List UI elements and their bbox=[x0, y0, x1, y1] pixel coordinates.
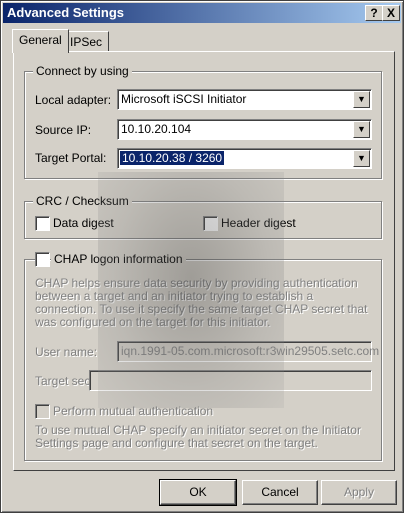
apply-button[interactable]: Apply bbox=[321, 480, 397, 505]
local-adapter-label: Local adapter: bbox=[35, 93, 112, 107]
advanced-settings-dialog: Advanced Settings ? X General IPSec Conn… bbox=[0, 0, 404, 513]
user-name-value: iqn.1991-05.com.microsoft:r3win29505.set… bbox=[121, 344, 380, 358]
local-adapter-select[interactable]: Microsoft iSCSI Initiator ▼ bbox=[117, 89, 372, 110]
chap-checkbox-label[interactable]: CHAP logon information bbox=[51, 252, 186, 266]
chap-checkbox[interactable] bbox=[35, 252, 50, 267]
tab-general[interactable]: General bbox=[12, 29, 69, 53]
source-ip-value: 10.10.20.104 bbox=[121, 122, 192, 136]
mutual-description: To use mutual CHAP specify an initiator … bbox=[35, 423, 361, 450]
ok-button[interactable]: OK bbox=[159, 479, 237, 506]
help-button[interactable]: ? bbox=[365, 5, 383, 21]
target-secret-input[interactable] bbox=[89, 370, 372, 391]
header-digest-checkbox[interactable] bbox=[203, 216, 218, 231]
user-name-label: User name: bbox=[35, 345, 98, 359]
connect-group-title: Connect by using bbox=[33, 64, 132, 78]
local-adapter-value: Microsoft iSCSI Initiator bbox=[121, 92, 247, 106]
chevron-down-icon[interactable]: ▼ bbox=[353, 91, 370, 108]
chevron-down-icon[interactable]: ▼ bbox=[353, 121, 370, 138]
data-digest-label[interactable]: Data digest bbox=[53, 216, 114, 230]
mutual-auth-checkbox[interactable] bbox=[35, 404, 50, 419]
chap-description: CHAP helps ensure data security by provi… bbox=[35, 276, 368, 329]
target-portal-label: Target Portal: bbox=[35, 151, 107, 165]
target-portal-select[interactable]: 10.10.20.38 / 3260 ▼ bbox=[117, 148, 372, 169]
chevron-down-icon[interactable]: ▼ bbox=[353, 150, 370, 167]
tab-ipsec[interactable]: IPSec bbox=[63, 31, 110, 52]
crc-group-title: CRC / Checksum bbox=[33, 194, 132, 208]
title-bar[interactable]: Advanced Settings ? X bbox=[3, 3, 401, 23]
source-ip-select[interactable]: 10.10.20.104 ▼ bbox=[117, 119, 372, 140]
user-name-input[interactable]: iqn.1991-05.com.microsoft:r3win29505.set… bbox=[117, 341, 379, 362]
cancel-button[interactable]: Cancel bbox=[242, 480, 318, 505]
window-title: Advanced Settings bbox=[7, 5, 125, 20]
mutual-auth-label[interactable]: Perform mutual authentication bbox=[53, 404, 213, 418]
target-portal-value: 10.10.20.38 / 3260 bbox=[120, 151, 225, 165]
data-digest-checkbox[interactable] bbox=[35, 216, 50, 231]
header-digest-label[interactable]: Header digest bbox=[221, 216, 296, 230]
source-ip-label: Source IP: bbox=[35, 123, 92, 137]
close-button[interactable]: X bbox=[382, 5, 400, 21]
